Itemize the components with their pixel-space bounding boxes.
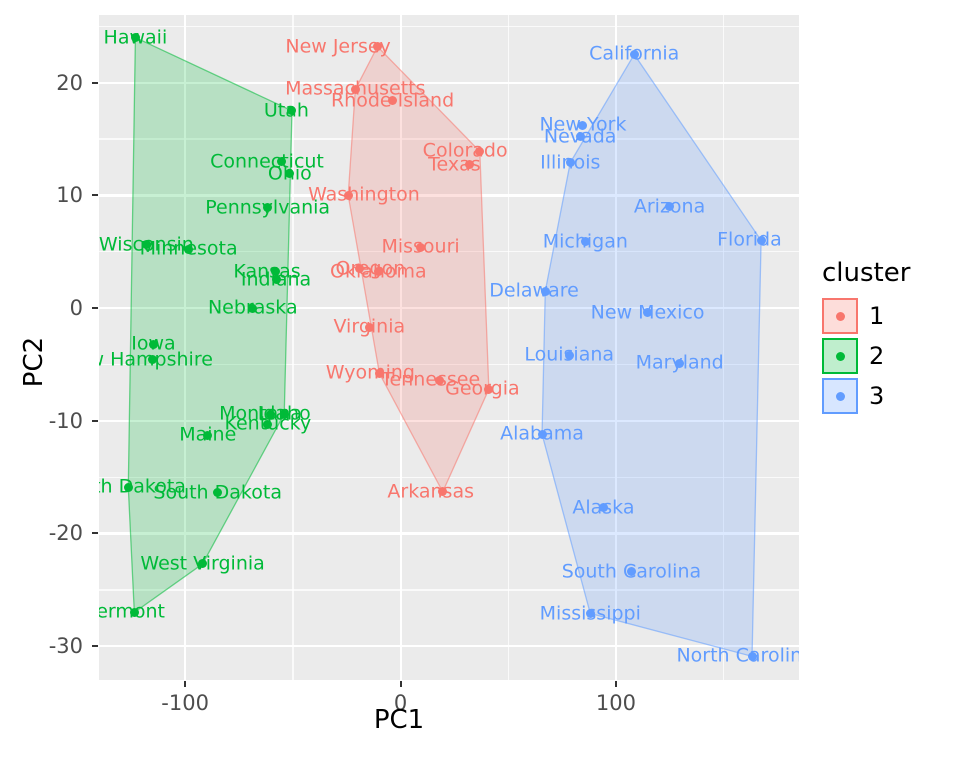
legend-swatch	[822, 298, 858, 334]
legend-swatch	[822, 378, 858, 414]
legend-point-icon	[835, 311, 845, 321]
y-axis-label: PC2	[19, 336, 49, 388]
data-point	[350, 84, 360, 94]
data-point	[416, 242, 426, 252]
legend-item-2[interactable]: 2	[822, 338, 910, 374]
y-tick-label: 10	[56, 183, 83, 208]
cluster-hull-2	[127, 36, 293, 614]
legend-label: 1	[869, 302, 885, 330]
legend-swatch	[822, 338, 858, 374]
x-tick-mark	[614, 681, 617, 687]
data-point	[540, 286, 550, 296]
point-label: Arkansas	[387, 480, 474, 503]
legend-title: cluster	[822, 258, 911, 288]
data-point	[747, 651, 757, 661]
legend-label: 2	[869, 342, 885, 370]
data-point	[148, 339, 158, 349]
legend-item-1[interactable]: 1	[822, 298, 910, 334]
data-point	[184, 244, 194, 254]
data-point	[564, 350, 574, 360]
data-point	[675, 358, 685, 368]
data-point	[263, 419, 273, 429]
data-point	[435, 375, 445, 385]
legend-point-icon	[835, 391, 845, 401]
data-point	[130, 33, 140, 43]
data-point	[374, 368, 384, 378]
data-point	[629, 49, 639, 59]
data-point	[266, 409, 276, 419]
data-point	[271, 275, 281, 285]
data-point	[484, 384, 494, 394]
data-point	[756, 235, 766, 245]
chart-root: New JerseyMassachusettsRhode IslandColor…	[0, 0, 960, 768]
data-point	[248, 303, 258, 313]
y-tick-label: -30	[48, 634, 83, 659]
data-point	[372, 42, 382, 52]
data-point	[364, 322, 374, 332]
legend-item-3[interactable]: 3	[822, 378, 910, 414]
x-tick-mark	[184, 681, 187, 687]
y-tick-mark	[92, 419, 98, 422]
data-point	[279, 409, 289, 419]
plot-panel: New JerseyMassachusettsRhode IslandColor…	[99, 15, 799, 680]
legend-label: 3	[869, 382, 885, 410]
data-point	[129, 607, 139, 617]
data-point	[276, 157, 286, 167]
data-point	[580, 237, 590, 247]
data-point	[565, 158, 575, 168]
point-label: North Carolina	[676, 644, 799, 667]
y-tick-mark	[92, 532, 98, 535]
y-tick-mark	[92, 645, 98, 648]
data-point	[585, 609, 595, 618]
point-label: Utah	[263, 99, 309, 122]
data-point	[354, 264, 364, 274]
legend-items: 1 2 3	[822, 298, 910, 414]
data-point	[123, 482, 133, 492]
data-point	[575, 132, 585, 142]
x-tick-mark	[399, 681, 402, 687]
point-label: Delaware	[489, 279, 579, 302]
y-tick-label: 20	[56, 70, 83, 95]
point-label: Florida	[717, 228, 782, 251]
data-point	[598, 503, 608, 513]
data-point	[537, 429, 547, 439]
y-tick-label: -20	[48, 521, 83, 546]
legend-point-icon	[835, 351, 845, 361]
y-tick-mark	[92, 194, 98, 197]
data-point	[343, 190, 353, 200]
y-tick-mark	[92, 81, 98, 84]
legend: cluster 1 2 3	[822, 258, 910, 418]
y-tick-mark	[92, 307, 98, 310]
x-axis-label: PC1	[373, 705, 425, 735]
point-label: Georgia	[445, 377, 520, 400]
